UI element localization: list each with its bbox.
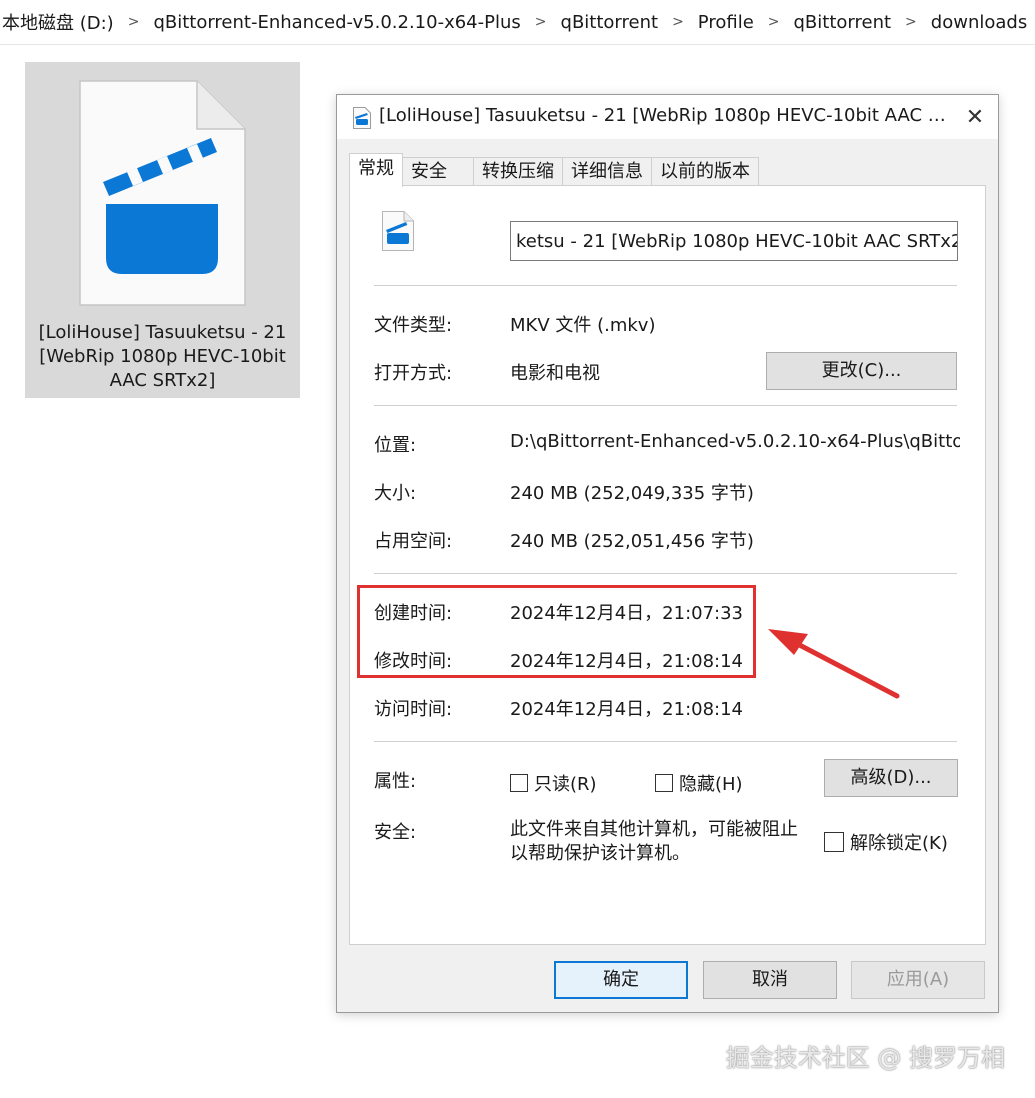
unblock-checkbox[interactable]: 解除锁定(K) [824,829,948,855]
attributes-label: 属性: [374,771,417,792]
readonly-label: 只读(R) [534,774,597,795]
readonly-checkbox[interactable]: 只读(R) [510,770,597,796]
dialog-titlebar[interactable]: [LoliHouse] Tasuuketsu - 21 [WebRip 1080… [337,95,998,139]
red-arrow-icon [768,629,900,699]
location-label: 位置: [374,435,417,456]
tab-general[interactable]: 常规 [349,153,403,187]
file-name-label: [LoliHouse] Tasuuketsu - 21 [WebRip 1080… [38,322,287,391]
breadcrumb-item-downloads[interactable]: downloads [927,12,1031,33]
breadcrumb: 本地磁盘 (D:) > qBittorrent-Enhanced-v5.0.2.… [0,0,1035,45]
tab-previous-versions[interactable]: 以前的版本 [651,157,759,186]
size-label: 大小: [374,483,417,504]
hidden-checkbox[interactable]: 隐藏(H) [655,770,743,796]
video-file-small-icon [353,107,371,129]
breadcrumb-item-drive[interactable]: 本地磁盘 (D:) [0,9,118,35]
breadcrumb-item-profile[interactable]: Profile [694,12,758,33]
checkbox-box[interactable] [510,774,528,792]
close-button[interactable]: ✕ [952,95,998,139]
file-name-input[interactable]: ketsu - 21 [WebRip 1080p HEVC-10bit AAC … [510,221,958,261]
properties-dialog: [LoliHouse] Tasuuketsu - 21 [WebRip 1080… [336,94,999,1013]
chevron-right-icon: > [767,14,780,30]
file-tile[interactable]: [LoliHouse] Tasuuketsu - 21 [WebRip 1080… [25,62,300,398]
tab-details[interactable]: 详细信息 [562,157,652,186]
divider [374,741,957,742]
tab-compression[interactable]: 转换压缩 [473,157,563,186]
apply-button[interactable]: 应用(A) [851,961,985,999]
general-panel: ketsu - 21 [WebRip 1080p HEVC-10bit AAC … [349,185,986,945]
dialog-title: [LoliHouse] Tasuuketsu - 21 [WebRip 1080… [379,105,949,126]
cancel-button[interactable]: 取消 [703,961,837,999]
disk-size-label: 占用空间: [374,531,453,552]
security-text: 此文件来自其他计算机，可能被阻止 以帮助保护该计算机。 [510,818,810,866]
tab-bar: 常规 安全 转换压缩 详细信息 以前的版本 [349,153,759,187]
breadcrumb-item-qbittorrent[interactable]: qBittorrent [557,12,663,33]
breadcrumb-item-qbittorrent-2[interactable]: qBittorrent [790,12,896,33]
location-value: D:\qBittorrent-Enhanced-v5.0.2.10-x64-Pl… [510,431,960,452]
divider [374,405,957,406]
ok-button[interactable]: 确定 [554,961,688,999]
change-button[interactable]: 更改(C)... [766,352,957,390]
file-type-value: MKV 文件 (.mkv) [510,315,656,336]
security-text-line1: 此文件来自其他计算机，可能被阻止 [510,819,798,840]
open-with-label: 打开方式: [374,363,453,384]
divider [374,573,957,574]
advanced-button[interactable]: 高级(D)... [824,759,958,797]
hidden-label: 隐藏(H) [679,774,743,795]
unblock-label: 解除锁定(K) [850,833,948,854]
security-text-line2: 以帮助保护该计算机。 [510,843,690,864]
file-type-label: 文件类型: [374,315,453,336]
tab-security[interactable]: 安全 [402,157,474,186]
accessed-label: 访问时间: [374,699,453,720]
accessed-value: 2024年12月4日，21:08:14 [510,699,744,720]
video-file-icon [79,80,246,306]
close-icon: ✕ [965,104,985,130]
checkbox-box[interactable] [655,774,673,792]
watermark: 掘金技术社区 @ 搜罗万相 [725,1044,1005,1072]
checkbox-box[interactable] [824,832,844,852]
chevron-right-icon: > [127,14,140,30]
breadcrumb-item-qbittorrent-enhanced[interactable]: qBittorrent-Enhanced-v5.0.2.10-x64-Plus [149,12,524,33]
highlight-box [357,585,756,678]
chevron-right-icon: > [534,14,547,30]
chevron-right-icon: > [905,14,917,30]
size-value: 240 MB (252,049,335 字节) [510,483,754,504]
chevron-right-icon: > [672,14,684,30]
open-with-value: 电影和电视 [510,363,600,384]
disk-size-value: 240 MB (252,051,456 字节) [510,531,754,552]
security-label: 安全: [374,822,417,843]
divider [374,285,957,286]
video-file-icon [382,211,414,251]
